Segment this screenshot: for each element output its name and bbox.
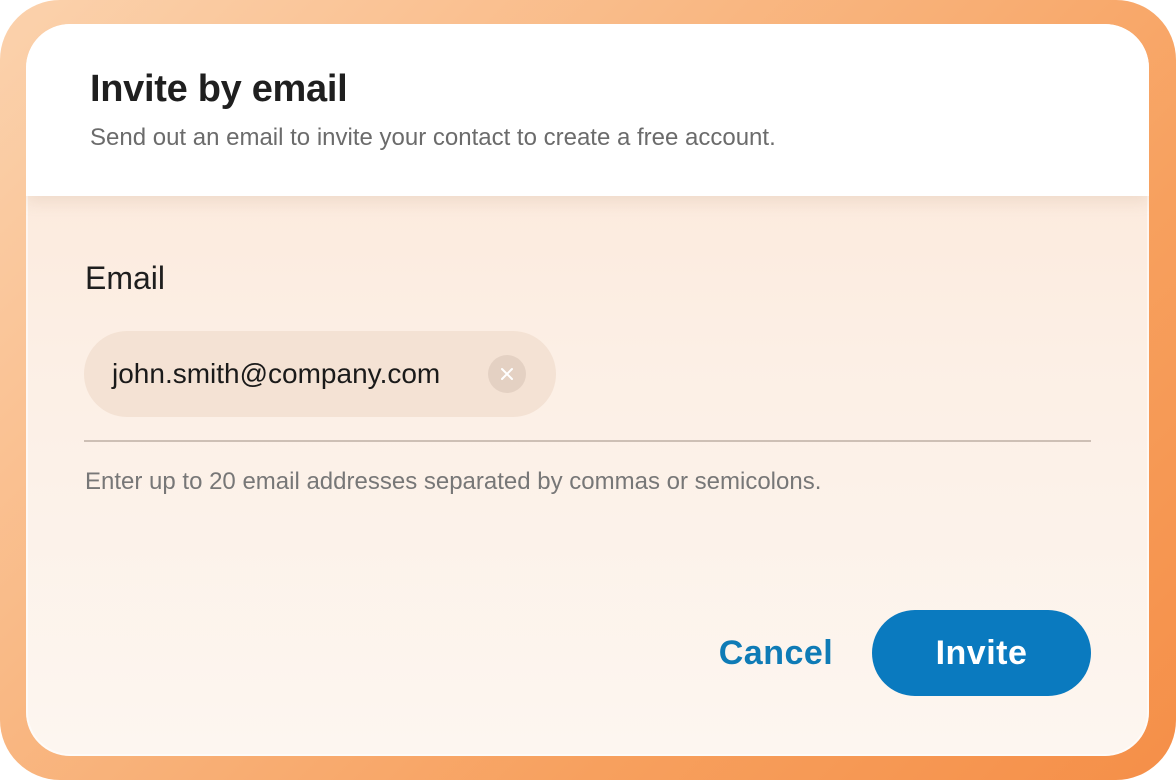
- email-input-underline: [84, 440, 1091, 442]
- dialog-subtitle: Send out an email to invite your contact…: [90, 124, 776, 151]
- dialog-title: Invite by email: [90, 68, 348, 110]
- close-icon: [501, 368, 513, 380]
- email-chip-text: john.smith@company.com: [112, 358, 441, 389]
- chip-remove-button[interactable]: [488, 355, 526, 393]
- cancel-button[interactable]: Cancel: [706, 610, 846, 696]
- email-helper-text: Enter up to 20 email addresses separated…: [85, 468, 822, 495]
- dialog-frame: Invite by email Send out an email to inv…: [0, 0, 1176, 780]
- invite-dialog: Invite by email Send out an email to inv…: [26, 24, 1149, 756]
- email-label: Email: [85, 260, 166, 296]
- email-chip[interactable]: john.smith@company.com: [84, 331, 556, 417]
- dialog-header: Invite by email Send out an email to inv…: [26, 24, 1149, 196]
- invite-button[interactable]: Invite: [872, 610, 1091, 696]
